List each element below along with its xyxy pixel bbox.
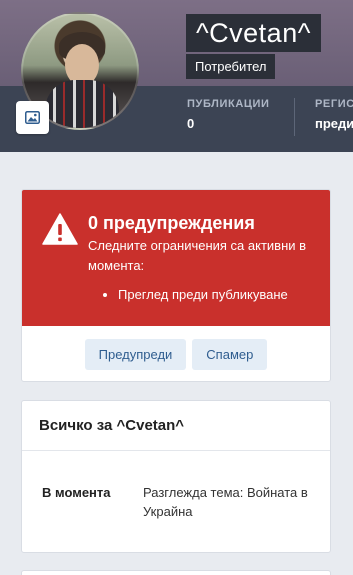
username: ^Cvetan^ (186, 14, 321, 52)
stat-posts-label: ПУБЛИКАЦИИ (187, 98, 270, 110)
warnings-description: Следните ограничения са активни в момент… (88, 238, 307, 273)
spammer-button[interactable]: Спамер (192, 338, 268, 370)
stat-divider (294, 98, 295, 136)
next-card (21, 570, 331, 575)
stat-registered-value: преди (315, 116, 353, 131)
image-icon (25, 111, 40, 124)
change-avatar-button[interactable] (16, 101, 49, 134)
warnings-actions: Предупреди Спамер (22, 326, 330, 381)
stat-posts[interactable]: ПУБЛИКАЦИИ 0 (187, 98, 270, 131)
restriction-item: Преглед преди публикуване (118, 287, 288, 302)
warning-icon (42, 213, 78, 245)
stat-registered-label: РЕГИС (315, 98, 353, 110)
warnings-card: 0 предупреждения Следните ограничения са… (21, 189, 331, 382)
user-title: Потребител (186, 54, 276, 79)
about-heading: Всичко за ^Cvetan^ (22, 401, 330, 451)
restrictions-list: Преглед преди публикуване (118, 287, 288, 302)
profile-cover: ^Cvetan^ Потребител ПУБЛИКАЦИИ 0 РЕГИС п… (0, 0, 353, 152)
avatar-shirt (45, 80, 119, 128)
warnings-count-title: 0 предупреждения (88, 213, 255, 233)
about-card: Всичко за ^Cvetan^ В момента Разглежда т… (21, 400, 331, 553)
stat-posts-value: 0 (187, 116, 195, 131)
warnings-alert: 0 предупреждения Следните ограничения са… (22, 190, 330, 326)
stat-registered: РЕГИС преди (315, 98, 353, 131)
about-value[interactable]: Разглежда тема: Войната в Украйна (143, 483, 323, 521)
about-key: В момента (42, 485, 111, 500)
warn-button[interactable]: Предупреди (84, 338, 187, 370)
